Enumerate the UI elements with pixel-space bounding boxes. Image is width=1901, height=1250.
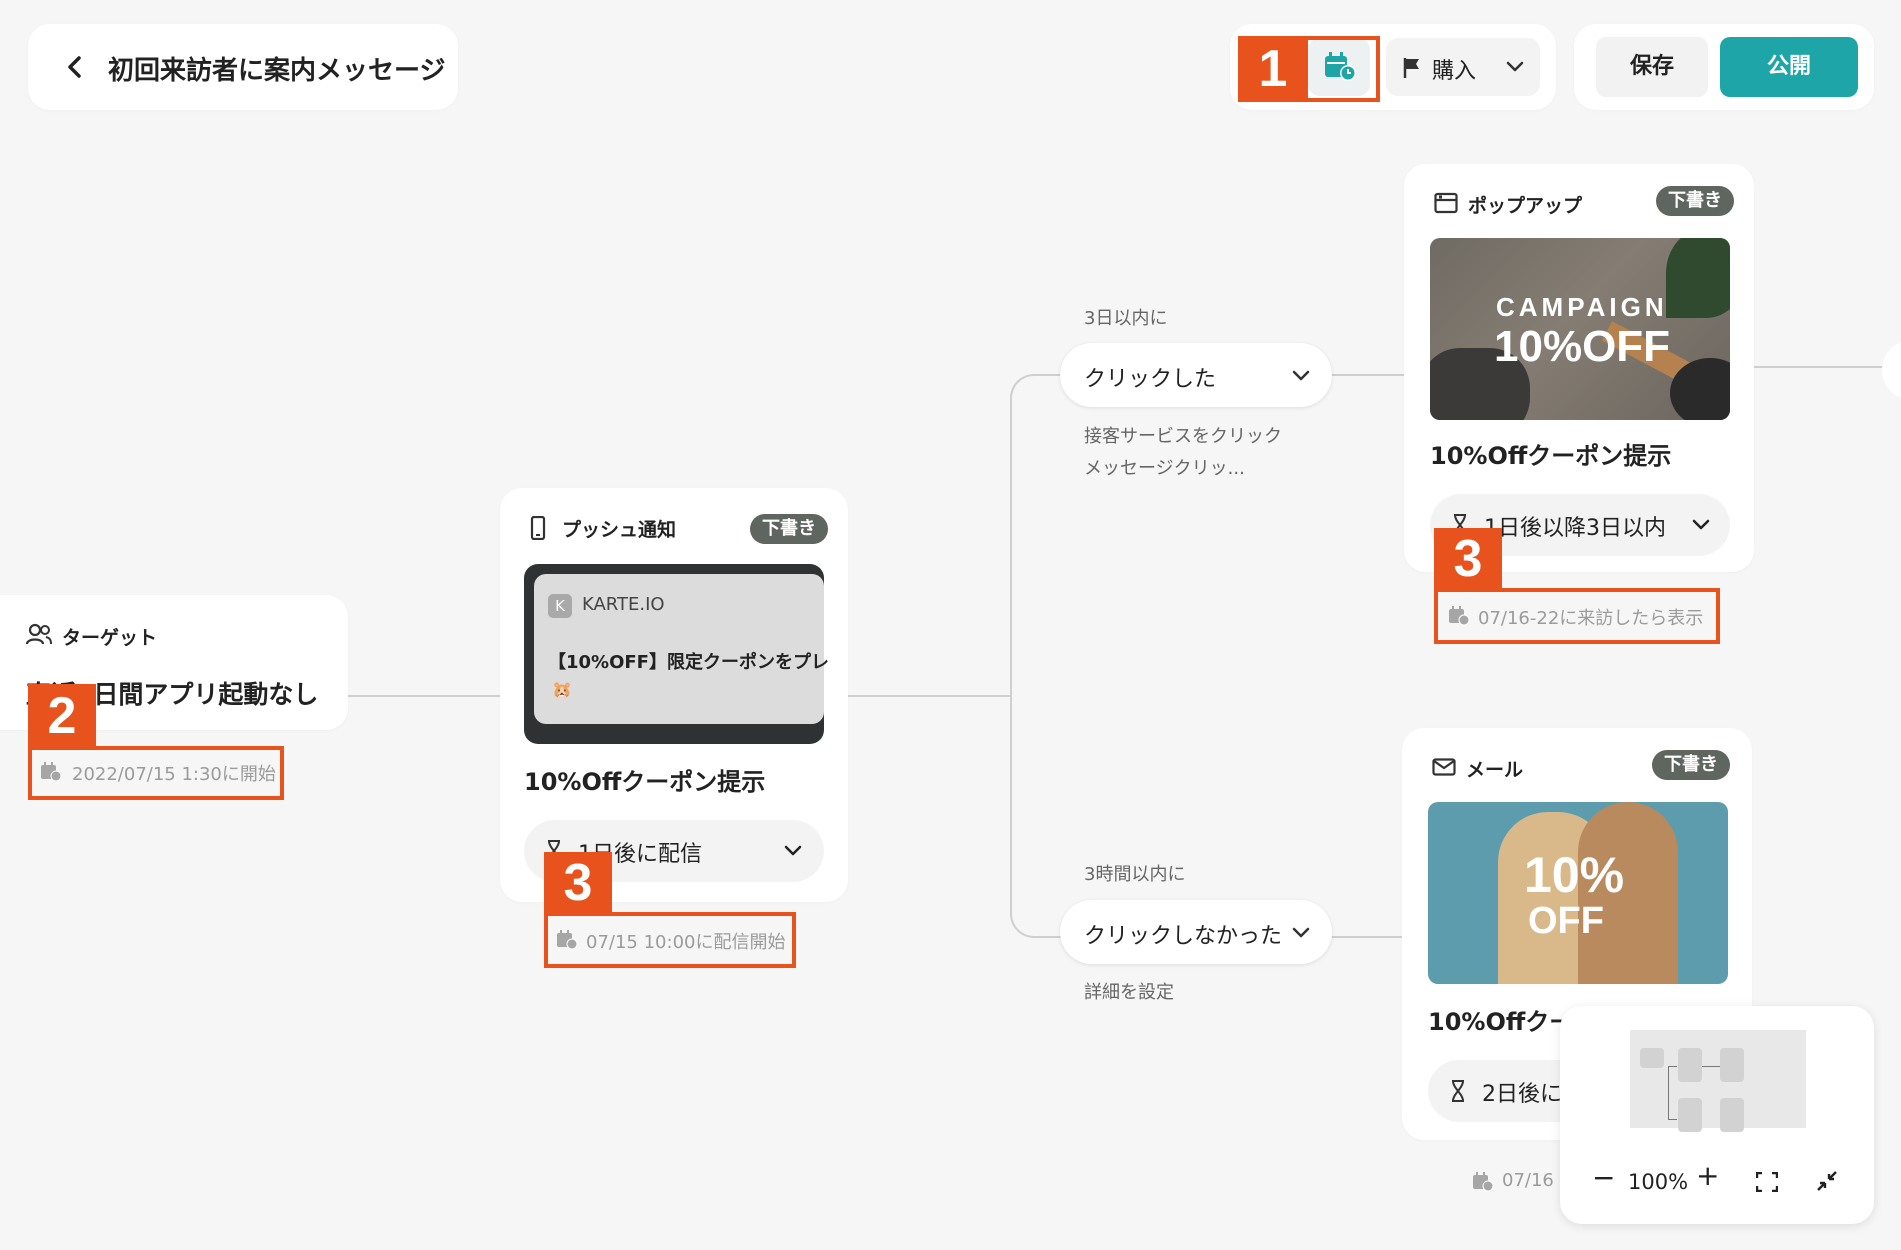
page-title: 初回来訪者に案内メッセージ — [108, 56, 446, 86]
popup-title: 10%Offクーポン提示 — [1430, 442, 1672, 470]
annotation-box-2 — [28, 746, 284, 800]
app-icon: K — [548, 594, 572, 618]
branch-bottom-desc[interactable]: 詳細を設定 — [1084, 978, 1174, 1004]
chevron-down-icon — [1292, 369, 1310, 383]
branch-bottom-condition[interactable]: クリックしなかった — [1060, 900, 1332, 964]
chevron-down-icon — [1506, 60, 1524, 74]
minimap-node — [1640, 1048, 1664, 1068]
chevron-down-icon — [784, 844, 802, 858]
annotation-badge-2: 2 — [28, 684, 96, 748]
calendar-clock-icon — [1472, 1172, 1494, 1192]
zoom-out-button[interactable]: − — [1592, 1164, 1615, 1192]
push-emoji: 🐹 — [552, 680, 572, 699]
decor-leaf — [1666, 238, 1730, 318]
popup-status-badge: 下書き — [1656, 186, 1734, 216]
minimap-edge — [1702, 1066, 1720, 1067]
mail-title: 10%Offクー — [1428, 1008, 1574, 1036]
branch-top-caption: 3日以内に — [1084, 308, 1168, 329]
save-label: 保存 — [1629, 54, 1674, 79]
title-bar: 初回来訪者に案内メッセージ — [28, 24, 458, 110]
hourglass-icon — [1450, 1080, 1466, 1102]
connector-line — [1332, 374, 1404, 376]
connector-line — [1332, 936, 1404, 938]
branch-top-desc-line1: 接客サービスをクリック — [1084, 426, 1282, 447]
mail-image: 10% OFF — [1428, 802, 1728, 984]
mail-schedule: 07/16 — [1472, 1170, 1554, 1192]
connector-line — [1754, 366, 1901, 368]
notification-card: K KARTE.IO 【10%OFF】限定クーポンをプレ 🐹 — [534, 574, 829, 724]
push-status-badge: 下書き — [750, 514, 828, 544]
chevron-down-icon — [1292, 926, 1310, 940]
publish-label: 公開 — [1766, 54, 1811, 79]
branch-top-condition-label: クリックした — [1084, 367, 1217, 392]
annotation-box-3-popup — [1434, 588, 1720, 644]
branch-connector — [1010, 374, 1065, 938]
branch-bottom-condition-label: クリックしなかった — [1084, 924, 1283, 949]
mail-status-badge: 下書き — [1652, 750, 1730, 780]
annotation-badge-3-popup: 3 — [1434, 528, 1502, 590]
mail-icon — [1432, 758, 1456, 776]
popup-image-text1: CAMPAIGN — [1496, 292, 1668, 322]
annotation-badge-3-push: 3 — [544, 852, 612, 914]
minimap-panel: − 100% + — [1560, 1006, 1874, 1224]
target-type-label: ターゲット — [62, 627, 158, 649]
popup-image-text2: 10%OFF — [1494, 322, 1671, 371]
push-preview: K KARTE.IO 【10%OFF】限定クーポンをプレ 🐹 — [524, 564, 829, 744]
mail-image-text2: OFF — [1528, 900, 1604, 942]
annotation-box-1 — [1304, 36, 1380, 102]
mail-delay-label: 2日後に — [1482, 1082, 1562, 1107]
chevron-down-icon — [1692, 518, 1710, 532]
push-type-label: プッシュ通知 — [562, 519, 677, 541]
zoom-level: 100% — [1628, 1170, 1689, 1194]
mail-image-text1: 10% — [1524, 847, 1625, 903]
popup-type-label: ポップアップ — [1468, 195, 1583, 217]
publish-button[interactable]: 公開 — [1720, 37, 1858, 97]
annotation-box-3-push — [544, 912, 796, 968]
window-icon — [1434, 192, 1458, 214]
popup-image: CAMPAIGN 10%OFF — [1430, 238, 1730, 420]
users-icon — [26, 623, 52, 645]
minimap-node — [1678, 1098, 1702, 1132]
action-buttons: 保存 公開 — [1574, 24, 1874, 110]
collapse-icon[interactable] — [1816, 1170, 1838, 1192]
annotation-badge-1: 1 — [1238, 36, 1308, 102]
branch-bottom-caption: 3時間以内に — [1084, 864, 1186, 885]
popup-node[interactable]: ポップアップ 下書き CAMPAIGN 10%OFF 10%Offクーポン提示 … — [1404, 164, 1754, 572]
connector-line — [848, 695, 1011, 697]
back-arrow-icon[interactable] — [62, 54, 88, 80]
minimap-node — [1678, 1048, 1702, 1082]
mail-type-label: メール — [1466, 759, 1524, 781]
fit-screen-icon[interactable] — [1756, 1172, 1778, 1192]
mail-schedule-text: 07/16 — [1502, 1170, 1554, 1191]
push-message: 【10%OFF】限定クーポンをプレ — [548, 652, 829, 673]
minimap-node — [1720, 1098, 1744, 1132]
branch-top-condition[interactable]: クリックした — [1060, 343, 1332, 407]
zoom-in-button[interactable]: + — [1696, 1162, 1719, 1190]
goal-dropdown[interactable]: 購入 — [1386, 38, 1540, 96]
push-node[interactable]: プッシュ通知 下書き K KARTE.IO 【10%OFF】限定クーポンをプレ … — [500, 488, 848, 902]
popup-delay-label: 1日後以降3日以内 — [1484, 516, 1666, 541]
save-button[interactable]: 保存 — [1596, 37, 1708, 97]
minimap-node — [1720, 1048, 1744, 1082]
smartphone-icon — [530, 516, 546, 540]
connector-line — [348, 695, 500, 697]
goal-label: 購入 — [1432, 59, 1477, 84]
minimap-viewport[interactable] — [1630, 1030, 1806, 1132]
app-name: KARTE.IO — [582, 594, 665, 615]
next-node-edge[interactable] — [1882, 340, 1901, 400]
minimap-edge — [1668, 1066, 1677, 1120]
branch-top-desc-line2: メッセージクリッ... — [1084, 458, 1245, 479]
flag-icon — [1402, 57, 1422, 79]
push-title: 10%Offクーポン提示 — [524, 768, 766, 796]
